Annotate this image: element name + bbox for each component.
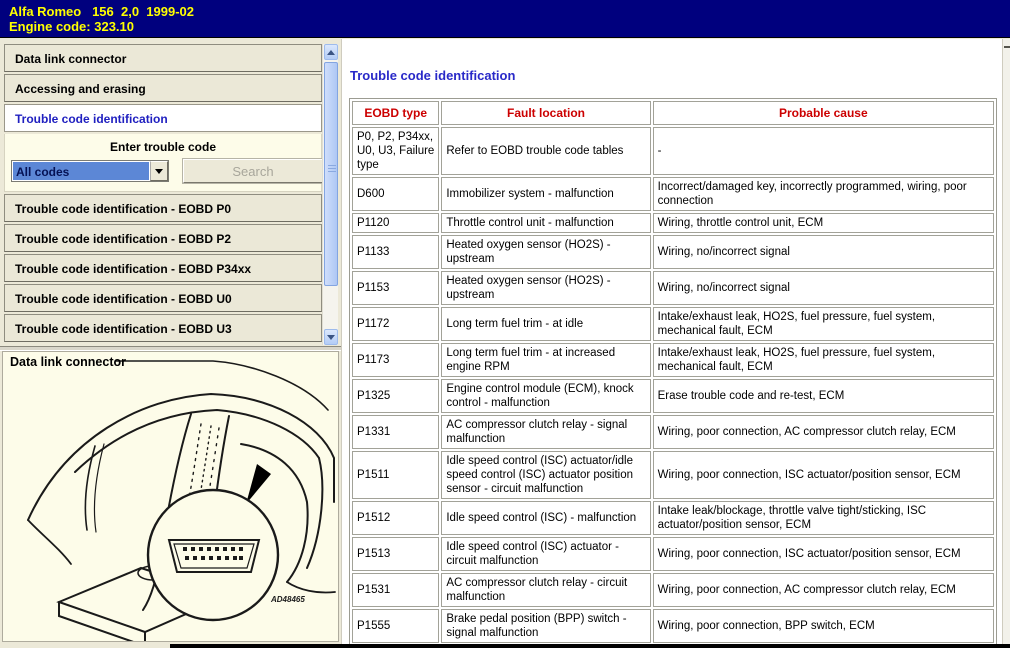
- trouble-code-table: EOBD type Fault location Probable cause …: [349, 98, 997, 646]
- sidebar-item-eobd-u3[interactable]: Trouble code identification - EOBD U3: [4, 314, 322, 342]
- eobd-type-cell: P1331: [352, 415, 439, 449]
- probable-cause-cell: Intake/exhaust leak, HO2S, fuel pressure…: [653, 343, 994, 377]
- probable-cause-cell: Erase trouble code and re-test, ECM: [653, 379, 994, 413]
- vehicle-title: Alfa Romeo 156 2,0 1999-02: [9, 4, 1010, 19]
- table-row: P1173 Long term fuel trim - at increased…: [352, 343, 994, 377]
- table-row: P1511 Idle speed control (ISC) actuator/…: [352, 451, 994, 499]
- fault-location-cell: Long term fuel trim - at idle: [441, 307, 650, 341]
- main-content: Trouble code identification EOBD type Fa…: [341, 39, 1002, 648]
- sidebar-item-data-link-connector[interactable]: Data link connector: [4, 44, 322, 72]
- illustration-title: Data link connector: [10, 355, 126, 369]
- eobd-type-cell: P0, P2, P34xx, U0, U3, Failure type: [352, 127, 439, 175]
- fault-location-cell: Engine control module (ECM), knock contr…: [441, 379, 650, 413]
- enter-trouble-code-label: Enter trouble code: [5, 134, 321, 154]
- window-bottom-edge: [170, 644, 1010, 648]
- enter-trouble-code-section: Enter trouble code All codes Search: [4, 134, 322, 192]
- sidebar-item-trouble-code-identification[interactable]: Trouble code identification: [4, 104, 322, 132]
- search-button[interactable]: Search: [183, 159, 322, 183]
- eobd-type-cell: D600: [352, 177, 439, 211]
- table-row: P1531 AC compressor clutch relay - circu…: [352, 573, 994, 607]
- sidebar-item-accessing-erasing[interactable]: Accessing and erasing: [4, 74, 322, 102]
- header-eobd-type: EOBD type: [352, 101, 439, 125]
- probable-cause-cell: Incorrect/damaged key, incorrectly progr…: [653, 177, 994, 211]
- page-title: Trouble code identification: [350, 68, 1002, 83]
- fault-location-cell: Idle speed control (ISC) actuator/idle s…: [441, 451, 650, 499]
- scrollbar-edge-mark: [1004, 46, 1010, 48]
- dropdown-selected-value: All codes: [13, 162, 149, 180]
- scrollbar-grip: [328, 165, 336, 174]
- table-row: P1120 Throttle control unit - malfunctio…: [352, 213, 994, 233]
- sidebar-item-eobd-p2[interactable]: Trouble code identification - EOBD P2: [4, 224, 322, 252]
- main-scrollbar-edge[interactable]: [1002, 39, 1010, 648]
- dropdown-arrow-icon[interactable]: [150, 161, 168, 181]
- fault-location-cell: AC compressor clutch relay - circuit mal…: [441, 573, 650, 607]
- table-row: P1513 Idle speed control (ISC) actuator …: [352, 537, 994, 571]
- table-header-row: EOBD type Fault location Probable cause: [352, 101, 994, 125]
- scroll-up-icon[interactable]: [324, 44, 338, 60]
- sidebar-item-eobd-p34xx[interactable]: Trouble code identification - EOBD P34xx: [4, 254, 322, 282]
- figure-code: AD48465: [270, 595, 305, 604]
- eobd-type-cell: P1325: [352, 379, 439, 413]
- probable-cause-cell: Wiring, no/incorrect signal: [653, 235, 994, 269]
- fault-location-cell: Immobilizer system - malfunction: [441, 177, 650, 211]
- table-row: P1133 Heated oxygen sensor (HO2S) - upst…: [352, 235, 994, 269]
- probable-cause-cell: Wiring, poor connection, ISC actuator/po…: [653, 537, 994, 571]
- fault-location-cell: Brake pedal position (BPP) switch - sign…: [441, 609, 650, 643]
- table-row: D600 Immobilizer system - malfunction In…: [352, 177, 994, 211]
- eobd-type-cell: P1153: [352, 271, 439, 305]
- dashboard-illustration: AD48465: [3, 352, 338, 641]
- fault-location-cell: Long term fuel trim - at increased engin…: [441, 343, 650, 377]
- eobd-type-cell: P1512: [352, 501, 439, 535]
- eobd-type-cell: P1531: [352, 573, 439, 607]
- table-row: P1512 Idle speed control (ISC) - malfunc…: [352, 501, 994, 535]
- table-row: P1153 Heated oxygen sensor (HO2S) - upst…: [352, 271, 994, 305]
- table-row: P1325 Engine control module (ECM), knock…: [352, 379, 994, 413]
- sidebar-item-eobd-u0[interactable]: Trouble code identification - EOBD U0: [4, 284, 322, 312]
- fault-location-cell: Heated oxygen sensor (HO2S) - upstream: [441, 271, 650, 305]
- fault-location-cell: Idle speed control (ISC) actuator - circ…: [441, 537, 650, 571]
- table-row: P1331 AC compressor clutch relay - signa…: [352, 415, 994, 449]
- fault-location-cell: Idle speed control (ISC) - malfunction: [441, 501, 650, 535]
- illustration-panel: Data link connector: [2, 351, 339, 642]
- eobd-type-cell: P1513: [352, 537, 439, 571]
- header-probable-cause: Probable cause: [653, 101, 994, 125]
- table-row: P1555 Brake pedal position (BPP) switch …: [352, 609, 994, 643]
- sidebar-menu: Data link connector Accessing and erasin…: [4, 44, 322, 345]
- eobd-type-cell: P1120: [352, 213, 439, 233]
- eobd-type-cell: P1173: [352, 343, 439, 377]
- probable-cause-cell: Wiring, poor connection, BPP switch, ECM: [653, 609, 994, 643]
- eobd-type-cell: P1555: [352, 609, 439, 643]
- probable-cause-cell: Intake leak/blockage, throttle valve tig…: [653, 501, 994, 535]
- probable-cause-cell: Wiring, throttle control unit, ECM: [653, 213, 994, 233]
- eobd-type-cell: P1511: [352, 451, 439, 499]
- scroll-down-icon[interactable]: [324, 329, 338, 345]
- eobd-type-cell: P1133: [352, 235, 439, 269]
- app-window: Alfa Romeo 156 2,0 1999-02 Engine code: …: [0, 0, 1010, 648]
- fault-location-cell: Refer to EOBD trouble code tables: [441, 127, 650, 175]
- trouble-code-dropdown[interactable]: All codes: [11, 160, 169, 182]
- probable-cause-cell: Wiring, poor connection, AC compressor c…: [653, 573, 994, 607]
- sidebar-item-eobd-p0[interactable]: Trouble code identification - EOBD P0: [4, 194, 322, 222]
- table-row: P1172 Long term fuel trim - at idle Inta…: [352, 307, 994, 341]
- engine-code: Engine code: 323.10: [9, 19, 1010, 34]
- table-row: P0, P2, P34xx, U0, U3, Failure type Refe…: [352, 127, 994, 175]
- sidebar-scrollbar[interactable]: [322, 44, 338, 345]
- probable-cause-cell: -: [653, 127, 994, 175]
- fault-location-cell: AC compressor clutch relay - signal malf…: [441, 415, 650, 449]
- probable-cause-cell: Wiring, poor connection, ISC actuator/po…: [653, 451, 994, 499]
- eobd-type-cell: P1172: [352, 307, 439, 341]
- probable-cause-cell: Intake/exhaust leak, HO2S, fuel pressure…: [653, 307, 994, 341]
- header-fault-location: Fault location: [441, 101, 650, 125]
- fault-location-cell: Throttle control unit - malfunction: [441, 213, 650, 233]
- scrollbar-thumb[interactable]: [324, 62, 338, 286]
- vehicle-info-bar: Alfa Romeo 156 2,0 1999-02 Engine code: …: [0, 0, 1010, 38]
- probable-cause-cell: Wiring, poor connection, AC compressor c…: [653, 415, 994, 449]
- probable-cause-cell: Wiring, no/incorrect signal: [653, 271, 994, 305]
- fault-location-cell: Heated oxygen sensor (HO2S) - upstream: [441, 235, 650, 269]
